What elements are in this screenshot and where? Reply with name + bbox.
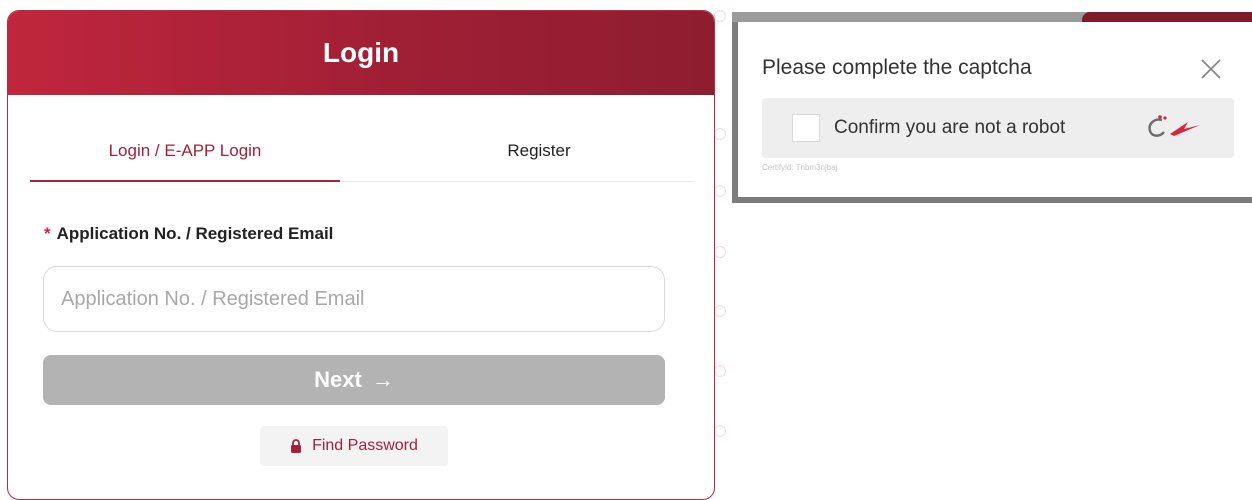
captcha-logo-icon — [1148, 115, 1200, 137]
tab-login[interactable]: Login / E-APP Login — [30, 121, 340, 182]
captcha-title: Please complete the captcha — [762, 56, 1032, 79]
find-password-label: Find Password — [312, 437, 418, 454]
next-button[interactable]: Next → — [43, 355, 665, 405]
required-marker: * — [44, 224, 51, 243]
captcha-footer-text: Certifyid: Tnbm3njbaj — [762, 163, 838, 172]
login-title: Login — [322, 37, 400, 68]
arrow-right-icon: → — [371, 367, 394, 392]
close-icon[interactable] — [1198, 56, 1224, 82]
background-dot — [714, 425, 726, 437]
application-field-label: * Application No. / Registered Email — [44, 224, 333, 244]
background-dot — [714, 305, 726, 317]
background-dot — [714, 10, 726, 22]
login-tabs: Login / E-APP Login Register — [30, 121, 694, 182]
find-password-button[interactable]: Find Password — [260, 426, 448, 466]
background-dot — [714, 246, 726, 258]
captcha-checkbox[interactable] — [792, 114, 820, 142]
captcha-dialog: Please complete the captcha Confirm you … — [732, 22, 1252, 203]
lock-icon — [291, 439, 302, 453]
next-button-label: Next — [314, 367, 362, 392]
background-header-tab — [1082, 12, 1252, 22]
application-field-label-text: Application No. / Registered Email — [56, 224, 334, 243]
background-dot — [714, 365, 726, 377]
application-email-input[interactable] — [43, 266, 665, 332]
captcha-challenge-box: Confirm you are not a robot — [762, 98, 1234, 158]
captcha-checkbox-label: Confirm you are not a robot — [834, 117, 1066, 138]
tab-register[interactable]: Register — [384, 121, 694, 181]
login-card-header: Login — [8, 11, 714, 95]
background-dot — [714, 185, 726, 197]
background-dot — [714, 128, 726, 140]
